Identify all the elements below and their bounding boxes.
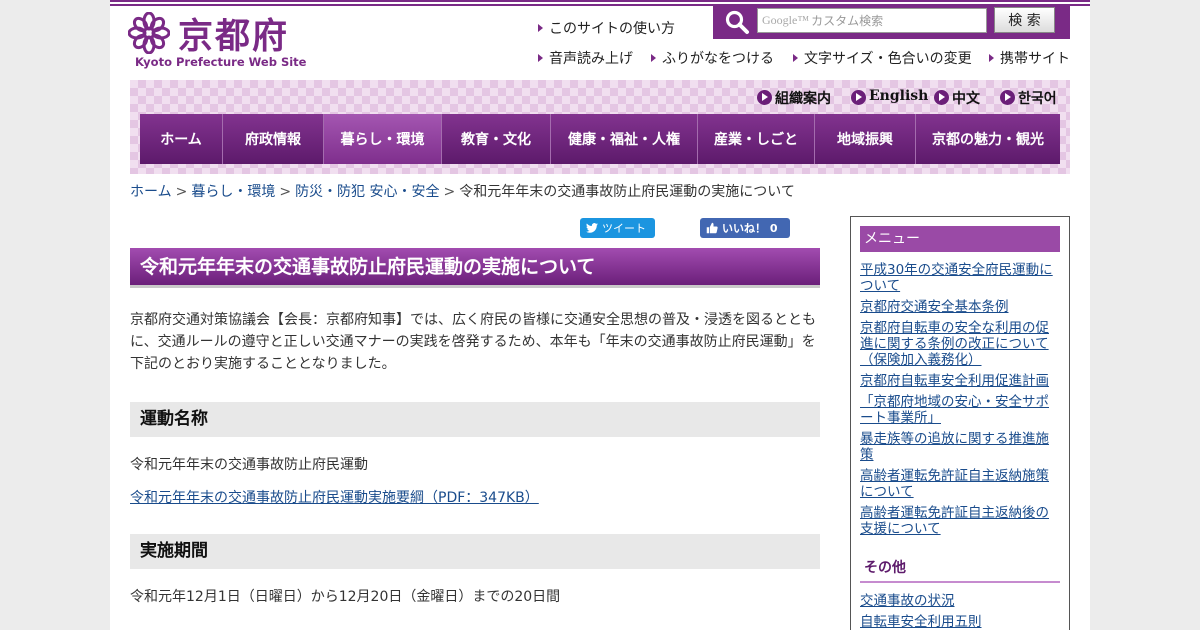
side-link-support-office[interactable]: 「京都府地域の安心・安全サポート事業所」 <box>860 394 1062 426</box>
search-placeholder: カスタム検索 <box>811 14 884 28</box>
global-nav: ホーム 府政情報 暮らし・環境 教育・文化 健康・福祉・人権 産業・しごと 地域… <box>140 114 1060 164</box>
circle-arrow-icon <box>851 90 866 105</box>
search-input[interactable]: Google™ カスタム検索 <box>757 8 987 33</box>
nav-regional-promotion[interactable]: 地域振興 <box>815 114 916 164</box>
nav-industry-work[interactable]: 産業・しごと <box>698 114 815 164</box>
logo-name: 京都府 <box>178 17 290 57</box>
kyoto-emblem-icon <box>128 12 170 54</box>
side-link-bicycle-rules[interactable]: 自転車安全利用五則 <box>860 614 1062 630</box>
nav-government[interactable]: 府政情報 <box>223 114 324 164</box>
side-link-bicycle-ordinance[interactable]: 京都府自転車の安全な利用の促進に関する条例の改正について（保険加入義務化） <box>860 320 1062 368</box>
section-heading-campaign-name: 運動名称 <box>130 402 820 437</box>
intro-text: 京都府交通対策協議会【会長：京都府知事】では、広く府民の皆様に交通安全思想の普及… <box>130 312 816 372</box>
breadcrumb-current: 令和元年年末の交通事故防止府民運動の実施について <box>459 184 795 200</box>
breadcrumb-separator: > <box>279 184 292 200</box>
google-mark: Google™ <box>762 13 810 27</box>
breadcrumb-home[interactable]: ホーム <box>130 184 172 200</box>
campaign-outline-pdf-link[interactable]: 令和元年年末の交通事故防止府民運動実施要綱（PDF：347KB） <box>130 487 539 507</box>
nav-health-welfare[interactable]: 健康・福祉・人権 <box>551 114 698 164</box>
twitter-bird-icon <box>586 223 598 233</box>
tweet-label: ツイート <box>602 222 646 235</box>
search-button[interactable]: 検 索 <box>994 7 1055 33</box>
lang-link-korean[interactable]: 한국어 <box>1000 88 1057 108</box>
side-link-bosozoku[interactable]: 暴走族等の追放に関する推進施策 <box>860 431 1062 463</box>
util-link-text-size-color[interactable]: 文字サイズ・色合いの変更 <box>793 48 972 68</box>
side-link-license-return-support[interactable]: 高齢者運転免許証自主返納後の支援について <box>860 505 1062 537</box>
tweet-button[interactable]: ツイート <box>580 218 655 238</box>
nav-home[interactable]: ホーム <box>140 114 223 164</box>
site-logo[interactable]: 京都府 Kyoto Prefecture Web Site <box>128 12 306 70</box>
lang-link-chinese[interactable]: 中文 <box>934 88 980 108</box>
util-link-mobile-site[interactable]: 携帯サイト <box>989 48 1070 68</box>
logo-subtitle: Kyoto Prefecture Web Site <box>135 55 307 69</box>
side-link-license-return[interactable]: 高齢者運転免許証自主返納施策について <box>860 468 1062 500</box>
side-menu: メニュー 平成30年の交通安全府民運動について 京都府交通安全基本条例 京都府自… <box>850 216 1070 630</box>
campaign-name-text: 令和元年年末の交通事故防止府民運動 <box>130 457 368 473</box>
breadcrumb-separator: > <box>175 184 188 200</box>
section-heading-period: 実施期間 <box>130 534 820 569</box>
lang-link-english[interactable]: English <box>851 88 928 105</box>
search-box: Google™ カスタム検索 検 索 <box>713 4 1070 39</box>
breadcrumb-separator: > <box>443 184 456 200</box>
like-label: いいね！ 0 <box>722 222 778 235</box>
page: 京都府 Kyoto Prefecture Web Site Google™ カス… <box>110 0 1090 630</box>
side-link-accident-status[interactable]: 交通事故の状況 <box>860 593 1062 609</box>
nav-living-environment[interactable]: 暮らし・環境 <box>324 114 442 164</box>
circle-arrow-icon <box>1000 90 1015 105</box>
util-link-voice-reading[interactable]: 音声読み上げ <box>538 48 633 68</box>
breadcrumb-safety[interactable]: 防災・防犯 安心・安全 <box>295 184 439 200</box>
nav-band: 組織案内 English 中文 한국어 ホーム 府政情報 暮らし・環境 教育・文… <box>130 80 1070 174</box>
side-link-basic-ordinance[interactable]: 京都府交通安全基本条例 <box>860 299 1062 315</box>
circle-arrow-icon <box>757 90 772 105</box>
util-link-site-guide[interactable]: このサイトの使い方 <box>538 18 675 38</box>
side-menu-heading: メニュー <box>860 226 1060 252</box>
thumbs-up-icon <box>706 222 718 234</box>
like-button[interactable]: いいね！ 0 <box>700 218 790 238</box>
breadcrumb-living[interactable]: 暮らし・環境 <box>191 184 275 200</box>
util-link-furigana[interactable]: ふりがなをつける <box>651 48 774 68</box>
nav-kyoto-tourism[interactable]: 京都の魅力・観光 <box>916 114 1060 164</box>
lang-link-organization[interactable]: 組織案内 <box>757 88 831 108</box>
period-text: 令和元年12月1日（日曜日）から12月20日（金曜日）までの20日間 <box>130 589 561 605</box>
search-icon <box>725 10 749 34</box>
side-other-heading: その他 <box>860 557 1060 583</box>
nav-education-culture[interactable]: 教育・文化 <box>442 114 551 164</box>
circle-arrow-icon <box>934 90 949 105</box>
side-link-2018-campaign[interactable]: 平成30年の交通安全府民運動について <box>860 262 1062 294</box>
page-title: 令和元年年末の交通事故防止府民運動の実施について <box>130 248 820 288</box>
breadcrumb: ホーム > 暮らし・環境 > 防災・防犯 安心・安全 > 令和元年年末の交通事故防止府民運動… <box>130 181 795 201</box>
side-link-bicycle-plan[interactable]: 京都府自転車安全利用促進計画 <box>860 373 1062 389</box>
